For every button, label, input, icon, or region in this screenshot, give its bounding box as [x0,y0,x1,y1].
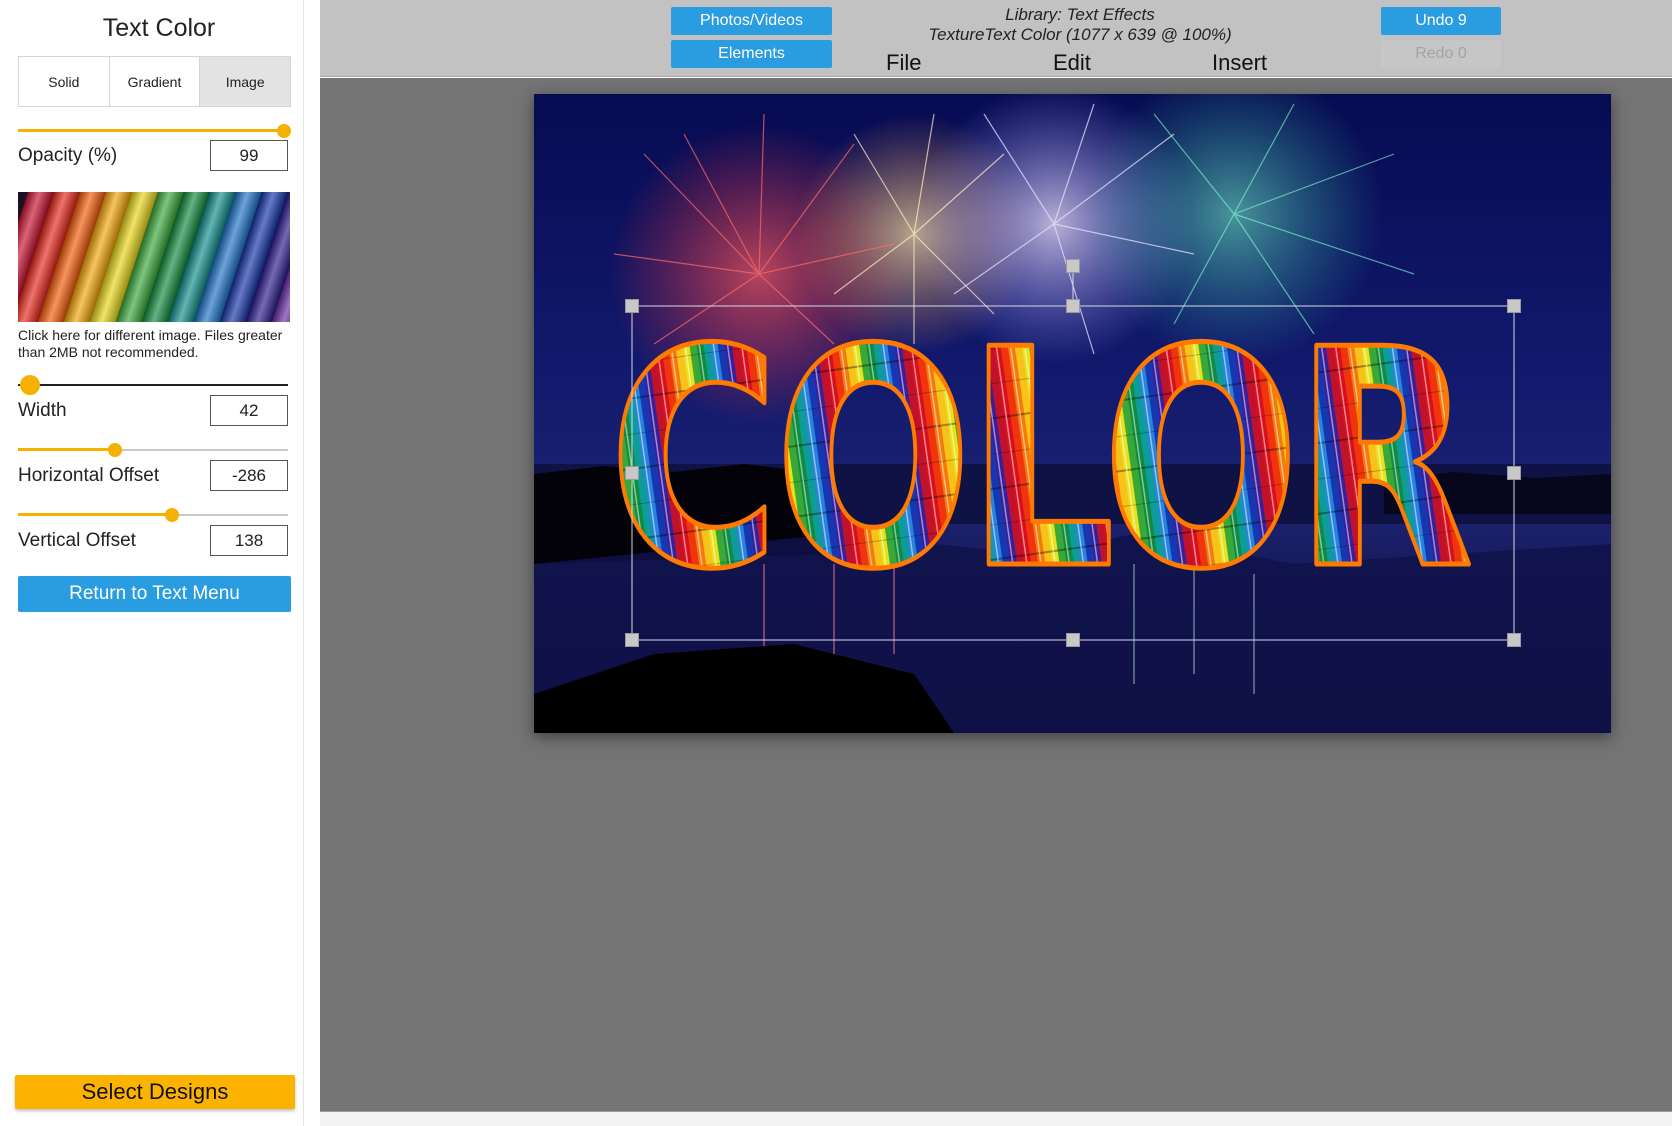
select-designs-button[interactable]: Select Designs [15,1075,295,1109]
redo-button: Redo 0 [1381,40,1501,68]
tab-image[interactable]: Image [200,57,291,106]
opacity-input[interactable] [210,140,288,171]
width-label: Width [18,400,67,421]
horizontal-offset-label: Horizontal Offset [18,465,160,486]
opacity-slider[interactable] [18,121,291,141]
resize-handle-right[interactable] [1507,466,1521,480]
panel-title: Text Color [102,14,216,42]
vertical-offset-input[interactable] [210,525,288,556]
texture-image[interactable] [18,192,290,322]
menu-edit[interactable]: Edit [1053,50,1091,76]
vertical-offset-slider-fill [18,513,172,516]
resize-handle-left[interactable] [625,466,639,480]
return-to-text-menu-button[interactable]: Return to Text Menu [18,576,291,612]
vertical-offset-slider-thumb[interactable] [165,508,179,522]
change-image-link[interactable]: Click here for different image. Files gr… [18,327,298,361]
design-canvas[interactable]: COLOR [534,94,1611,733]
tab-solid[interactable]: Solid [19,57,110,106]
undo-button[interactable]: Undo 9 [1381,7,1501,35]
app-window: Text Color Solid Gradient Image Opacity … [0,0,1672,1126]
vertical-offset-label: Vertical Offset [18,530,136,551]
resize-handle-bottom[interactable] [1066,633,1080,647]
photos-videos-button[interactable]: Photos/Videos [671,7,832,35]
document-info: TextureText Color (1077 x 639 @ 100%) [928,25,1232,44]
horizontal-offset-input[interactable] [210,460,288,491]
elements-button[interactable]: Elements [671,40,832,68]
width-input[interactable] [210,395,288,426]
resize-handle-bottom-left[interactable] [625,633,639,647]
text-color-panel: Text Color Solid Gradient Image Opacity … [0,0,304,1126]
resize-handle-top[interactable] [1066,299,1080,313]
resize-handle-bottom-right[interactable] [1507,633,1521,647]
color-text-element[interactable]: COLOR [607,284,1478,638]
width-slider-track [18,384,288,386]
resize-handle-top-right[interactable] [1507,299,1521,313]
resize-handle-top-left[interactable] [625,299,639,313]
color-mode-tabs: Solid Gradient Image [18,56,291,107]
opacity-slider-fill [18,129,284,132]
menu-file[interactable]: File [886,50,921,76]
width-slider[interactable] [18,375,288,395]
library-label: Library: Text Effects [1005,5,1155,24]
horizontal-offset-slider[interactable] [18,440,288,460]
rotate-handle[interactable] [1066,259,1080,273]
rainbow-pencils-texture [18,192,290,322]
menu-insert[interactable]: Insert [1212,50,1267,76]
horizontal-offset-slider-fill [18,448,115,451]
tab-gradient[interactable]: Gradient [109,57,201,106]
horizontal-scrollbar[interactable] [320,1111,1672,1126]
opacity-label: Opacity (%) [18,145,118,166]
opacity-slider-thumb[interactable] [277,124,291,138]
horizontal-offset-slider-thumb[interactable] [108,443,122,457]
width-slider-thumb[interactable] [20,375,40,395]
vertical-offset-slider[interactable] [18,505,288,525]
